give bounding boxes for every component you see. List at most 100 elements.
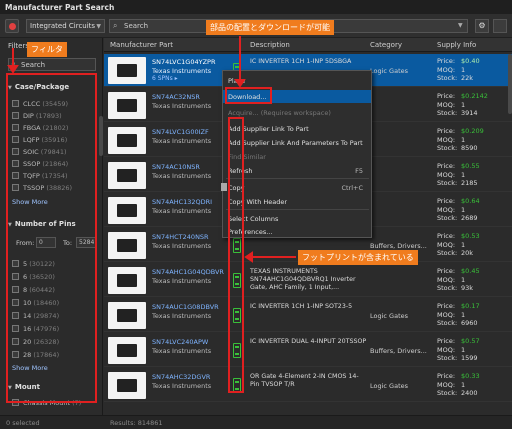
stock-value: 20k [461, 249, 474, 257]
manufacturer: Texas Instruments [152, 347, 212, 355]
filter-option[interactable]: 8 (60442) [12, 286, 55, 294]
part-number-link[interactable]: SN74AHC132QDRI [152, 198, 212, 206]
menu-item-select-columns[interactable]: Select Columns [223, 212, 371, 225]
price-value: $0.209 [461, 127, 484, 135]
filter-group-number-of-pins[interactable]: ▼ Number of Pins [8, 220, 76, 228]
range-from-label: From: [16, 239, 35, 247]
menu-item-add-supplier-link[interactable]: Add Supplier Link To Part [223, 122, 371, 135]
checkbox[interactable] [12, 160, 19, 167]
category-select[interactable]: Integrated Circuits ▼ [26, 19, 105, 33]
part-number-link[interactable]: SN74AHC1G04QDBVR [152, 268, 224, 276]
checkbox[interactable] [12, 312, 19, 319]
filter-search-input[interactable]: ⌕ Search [8, 58, 96, 71]
manufacturer: Texas Instruments [152, 207, 212, 215]
filter-option[interactable]: DIP (17893) [12, 112, 62, 120]
part-number-link[interactable]: SN74LVC240APW [152, 338, 208, 346]
checkbox[interactable] [12, 260, 19, 267]
table-row[interactable]: SN74AHC1G04QDBVR Texas Instruments TEXAS I… [104, 264, 512, 297]
collapse-icon: ▼ [8, 385, 12, 391]
filter-group-case-package[interactable]: ▼ Case/Package [8, 83, 69, 91]
range-to-input[interactable]: 5284 [76, 237, 96, 248]
column-header-part[interactable]: Manufacturer Part [110, 41, 173, 49]
range-from-input[interactable]: 0 [36, 237, 56, 248]
moq-value: 1 [461, 240, 466, 249]
filter-option[interactable]: Chassis Mount (7) [12, 399, 81, 407]
checkbox[interactable] [12, 299, 19, 306]
menu-item-add-supplier-link-params[interactable]: Add Supplier Link And Parameters To Part [223, 136, 371, 149]
filter-option[interactable]: TQFP (17354) [12, 172, 68, 180]
supply-info: Price: $0.53 MOQ: 1 Stock: 20k [437, 232, 480, 257]
checkbox[interactable] [12, 273, 19, 280]
checkbox[interactable] [12, 184, 19, 191]
part-image [108, 232, 146, 259]
show-more-link[interactable]: Show More [12, 364, 48, 372]
checkbox[interactable] [12, 112, 19, 119]
part-image [108, 127, 146, 154]
filter-option[interactable]: SOIC (79841) [12, 148, 67, 156]
chip-icon [114, 99, 140, 112]
filters-scrollbar[interactable] [99, 116, 103, 156]
table-row[interactable]: SN74LVC240APW Texas Instruments IC INVERTE… [104, 334, 512, 367]
part-number-link[interactable]: SN74LVC1G00IZF [152, 128, 209, 136]
filter-option[interactable]: 10 (18460) [12, 299, 59, 307]
toggle-panel-button[interactable] [493, 19, 507, 33]
column-header-supply[interactable]: Supply Info [437, 41, 476, 49]
filter-group-mount[interactable]: ▼ Mount [8, 383, 40, 391]
menu-item-copy-with-header[interactable]: Copy With Header [223, 195, 371, 208]
table-header: Manufacturer Part Description Category S… [104, 38, 512, 52]
part-category: Buffers, Drivers... [370, 347, 427, 355]
menu-item-place[interactable]: Place [223, 74, 371, 87]
checkbox[interactable] [12, 136, 19, 143]
part-number-link[interactable]: SN74AHC32DGVR [152, 373, 210, 381]
spn-link[interactable]: 6 SPNs ▸ [152, 75, 178, 82]
part-number-link[interactable]: SN74LVC1G04YZPR [152, 58, 215, 66]
checkbox[interactable] [12, 172, 19, 179]
filter-option[interactable]: 20 (26328) [12, 338, 59, 346]
part-number-link[interactable]: SN74HCT240NSR [152, 233, 209, 241]
part-number-link[interactable]: SN74AUC1G08DBVR [152, 303, 219, 311]
menu-item-copy[interactable]: Copy Ctrl+C [221, 181, 371, 194]
filter-option[interactable]: LQFP (35916) [12, 136, 67, 144]
filter-search-placeholder: Search [21, 61, 46, 69]
price-value: $0.2142 [461, 92, 488, 100]
checkbox[interactable] [12, 351, 19, 358]
checkbox[interactable] [12, 100, 19, 107]
column-header-category[interactable]: Category [370, 41, 402, 49]
table-row[interactable]: SN74AUC1G08DBVR Texas Instruments IC INVER… [104, 299, 512, 332]
results-scrollbar[interactable] [508, 54, 512, 114]
filter-option[interactable]: 6 (36520) [12, 273, 55, 281]
filter-option[interactable]: 14 (29874) [12, 312, 59, 320]
checkbox[interactable] [12, 148, 19, 155]
stock-value: 3914 [461, 109, 478, 117]
menu-item-preferences[interactable]: Preferences... [223, 225, 371, 238]
filter-option[interactable]: 16 (47976) [12, 325, 59, 333]
show-more-link[interactable]: Show More [12, 198, 48, 206]
filter-option[interactable]: FBGA (21802) [12, 124, 68, 132]
table-row[interactable]: SN74AHC32DGVR Texas Instruments OR Gate 4-… [104, 369, 512, 402]
column-header-description[interactable]: Description [250, 41, 290, 49]
moq-value: 1 [461, 170, 466, 179]
part-number-link[interactable]: SN74AC32NSR [152, 93, 200, 101]
search-icon: ⌕ [11, 59, 16, 68]
part-image [108, 267, 146, 294]
filter-option[interactable]: TSSOP (38826) [12, 184, 72, 192]
checkbox[interactable] [12, 338, 19, 345]
settings-button[interactable]: ⚙ [475, 19, 489, 33]
part-description: IC INVERTER 1CH 1-INP SOT23-5 [250, 303, 353, 310]
part-number-link[interactable]: SN74AC10NSR [152, 163, 200, 171]
filter-option[interactable]: 28 (17864) [12, 351, 59, 359]
checkbox[interactable] [12, 325, 19, 332]
search-history-chevron-icon[interactable]: ▼ [458, 22, 463, 29]
part-image [108, 372, 146, 399]
manufacturer: Texas Instruments [152, 277, 212, 285]
checkbox[interactable] [12, 399, 19, 406]
checkbox[interactable] [12, 286, 19, 293]
stock-value: 2185 [461, 179, 478, 187]
filter-option[interactable]: 5 (30122) [12, 260, 55, 268]
chip-icon [114, 64, 140, 77]
filter-option[interactable]: SSOP (21864) [12, 160, 68, 168]
home-button[interactable] [5, 19, 19, 33]
filter-option[interactable]: CLCC (35459) [12, 100, 68, 108]
checkbox[interactable] [12, 124, 19, 131]
menu-item-refresh[interactable]: Refresh F5 [223, 164, 371, 177]
